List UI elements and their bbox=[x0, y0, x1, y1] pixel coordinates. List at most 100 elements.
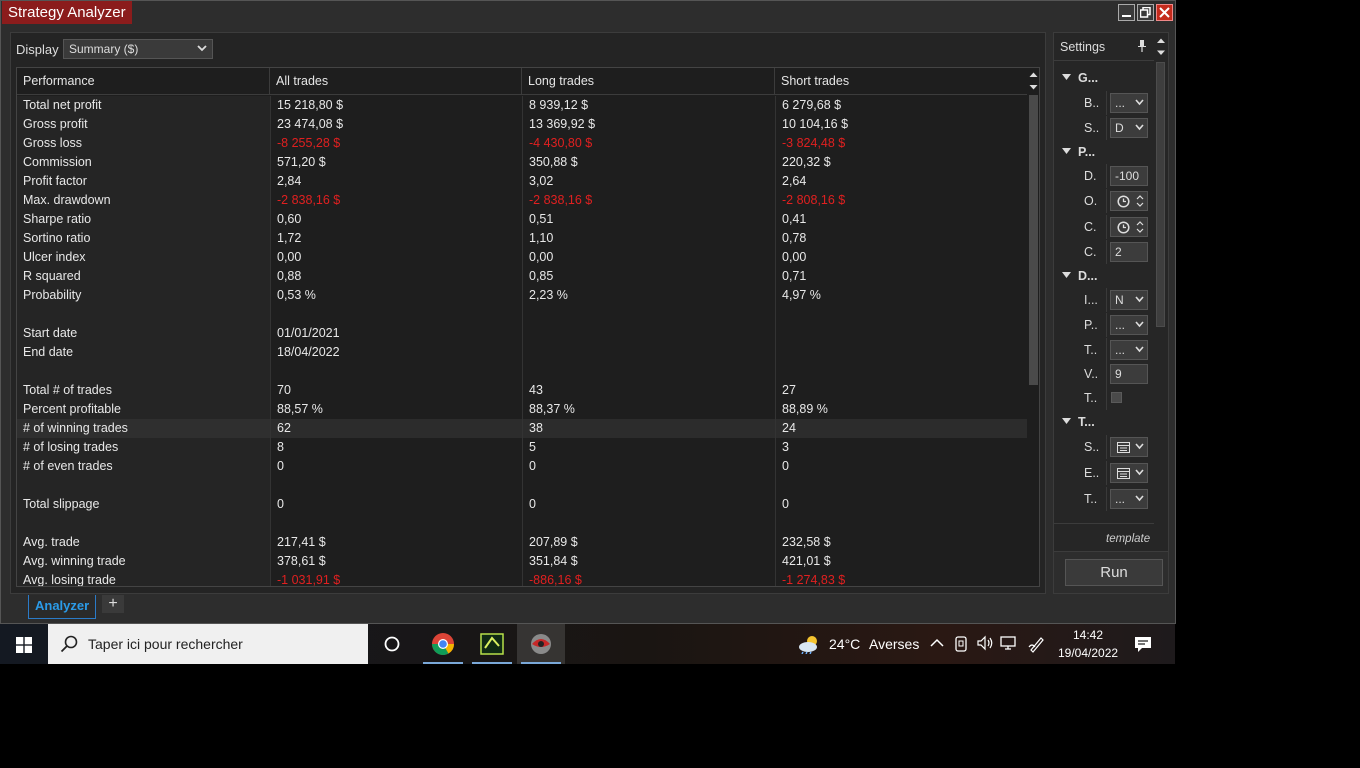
restore-button[interactable] bbox=[1137, 4, 1154, 21]
property-input[interactable]: -100 bbox=[1110, 166, 1148, 186]
table-row[interactable]: Avg. winning trade 378,61 $351,84 $421,01… bbox=[17, 552, 1027, 571]
property-input[interactable]: 9 bbox=[1110, 364, 1148, 384]
table-row[interactable]: Sharpe ratio 0,60 0,51 0,41 bbox=[17, 210, 1027, 229]
run-button[interactable]: Run bbox=[1065, 559, 1163, 586]
weather-icon[interactable] bbox=[797, 634, 821, 654]
row-label bbox=[17, 362, 270, 381]
task-view-button[interactable] bbox=[368, 624, 416, 664]
chevron-up-icon[interactable] bbox=[929, 635, 945, 651]
table-row[interactable]: Total net profit 15 218,80 $8 939,12 $6 2… bbox=[17, 96, 1027, 115]
tab-analyzer[interactable]: Analyzer bbox=[28, 595, 97, 619]
property-select[interactable]: ... bbox=[1110, 93, 1148, 113]
table-row[interactable]: R squared 0,88 0,85 0,71 bbox=[17, 267, 1027, 286]
clock-date[interactable]: 19/04/2022 bbox=[1058, 646, 1118, 660]
network-icon[interactable] bbox=[1000, 635, 1018, 651]
clock-time[interactable]: 14:42 bbox=[1060, 628, 1116, 642]
table-row[interactable]: Total slippage 0 0 0 bbox=[17, 495, 1027, 514]
property-select[interactable]: ... bbox=[1110, 489, 1148, 509]
device-icon[interactable] bbox=[953, 635, 969, 653]
header-short-trades[interactable]: Short trades bbox=[775, 68, 1027, 95]
pin-icon[interactable] bbox=[1137, 39, 1147, 53]
settings-scroll-thumb[interactable] bbox=[1156, 62, 1165, 327]
table-row[interactable]: Sortino ratio 1,72 1,10 0,78 bbox=[17, 229, 1027, 248]
table-row[interactable]: Avg. losing trade -1 031,91 $ -886,16 $ -1 … bbox=[17, 571, 1027, 586]
table-row[interactable] bbox=[17, 476, 1027, 495]
add-tab-button[interactable]: + bbox=[102, 595, 124, 613]
scroll-down-icon[interactable] bbox=[1156, 48, 1166, 57]
notification-icon[interactable] bbox=[1134, 635, 1152, 653]
settings-property: V.. 9 bbox=[1054, 362, 1154, 386]
spinner-icon[interactable] bbox=[1136, 194, 1144, 208]
property-select[interactable]: ... bbox=[1110, 315, 1148, 335]
property-value: 2 bbox=[1115, 245, 1122, 259]
scroll-up-icon[interactable] bbox=[1156, 36, 1166, 45]
property-date-picker[interactable] bbox=[1110, 463, 1148, 483]
table-row[interactable]: Profit factor 2,84 3,02 2,64 bbox=[17, 172, 1027, 191]
cell-long-trades: 0,51 bbox=[522, 210, 775, 229]
close-button[interactable] bbox=[1156, 4, 1173, 21]
table-row[interactable]: Ulcer index 0,00 0,00 0,00 bbox=[17, 248, 1027, 267]
table-row[interactable]: Probability 0,53 % 2,23 % 4,97 % bbox=[17, 286, 1027, 305]
settings-group[interactable]: T... bbox=[1054, 410, 1154, 434]
settings-scrollbar[interactable] bbox=[1154, 33, 1168, 551]
cell-long-trades: 207,89 $ bbox=[522, 533, 775, 552]
property-time-picker[interactable] bbox=[1110, 217, 1148, 237]
header-performance[interactable]: Performance bbox=[17, 68, 270, 95]
settings-group[interactable]: G... bbox=[1054, 66, 1154, 90]
settings-group[interactable]: P... bbox=[1054, 140, 1154, 164]
spinner-icon[interactable] bbox=[1136, 220, 1144, 234]
grid-vertical-scrollbar[interactable] bbox=[1027, 68, 1039, 586]
scroll-up-icon[interactable] bbox=[1028, 70, 1039, 80]
row-label: End date bbox=[17, 343, 270, 362]
expand-arrow-icon[interactable] bbox=[1062, 418, 1071, 425]
table-row[interactable]: Total # of trades 70 43 27 bbox=[17, 381, 1027, 400]
table-row[interactable]: Gross profit 23 474,08 $13 369,92 $10 104… bbox=[17, 115, 1027, 134]
table-row[interactable] bbox=[17, 305, 1027, 324]
header-all-trades[interactable]: All trades bbox=[270, 68, 522, 95]
chevron-down-icon bbox=[1135, 321, 1144, 328]
expand-arrow-icon[interactable] bbox=[1062, 148, 1071, 155]
scroll-thumb[interactable] bbox=[1029, 95, 1038, 385]
display-select[interactable]: Summary ($) bbox=[63, 39, 213, 59]
table-row[interactable]: Commission 571,20 $350,88 $220,32 $ bbox=[17, 153, 1027, 172]
property-select[interactable]: D bbox=[1110, 118, 1148, 138]
table-row[interactable]: Percent profitable 88,57 % 88,37 % 88,89 % bbox=[17, 400, 1027, 419]
table-row[interactable]: Avg. trade 217,41 $207,89 $232,58 $ bbox=[17, 533, 1027, 552]
title-bar[interactable]: Strategy Analyzer bbox=[1, 1, 1175, 24]
table-row[interactable] bbox=[17, 362, 1027, 381]
settings-group-label: G... bbox=[1078, 71, 1099, 85]
expand-arrow-icon[interactable] bbox=[1062, 272, 1071, 279]
settings-group[interactable]: D... bbox=[1054, 264, 1154, 288]
weather-temperature[interactable]: 24°C bbox=[829, 636, 860, 652]
pen-icon[interactable] bbox=[1028, 635, 1046, 653]
property-checkbox[interactable] bbox=[1111, 392, 1122, 403]
property-select[interactable]: ... bbox=[1110, 340, 1148, 360]
taskbar-chrome[interactable] bbox=[419, 624, 467, 664]
taskbar-search-box[interactable]: Taper ici pour rechercher bbox=[48, 624, 368, 664]
expand-arrow-icon[interactable] bbox=[1062, 74, 1071, 81]
table-row[interactable]: # of losing trades 8 5 3 bbox=[17, 438, 1027, 457]
property-date-picker[interactable] bbox=[1110, 437, 1148, 457]
settings-property: T..... bbox=[1054, 338, 1154, 362]
table-row[interactable]: Max. drawdown -2 838,16 $ -2 838,16 $ -2 80… bbox=[17, 191, 1027, 210]
table-row[interactable]: Start date 01/01/2021 bbox=[17, 324, 1027, 343]
table-row[interactable]: Gross loss -8 255,28 $ -4 430,80 $ -3 824,4… bbox=[17, 134, 1027, 153]
scroll-down-icon[interactable] bbox=[1028, 82, 1039, 92]
property-select[interactable]: N bbox=[1110, 290, 1148, 310]
taskbar-app-green[interactable] bbox=[468, 624, 516, 664]
header-long-trades[interactable]: Long trades bbox=[522, 68, 775, 95]
property-input[interactable]: 2 bbox=[1110, 242, 1148, 262]
template-link[interactable]: template bbox=[1106, 533, 1150, 545]
property-time-picker[interactable] bbox=[1110, 191, 1148, 211]
cell-long-trades bbox=[522, 305, 775, 324]
table-row[interactable]: # of winning trades 62 38 24 bbox=[17, 419, 1027, 438]
table-row[interactable]: End date 18/04/2022 bbox=[17, 343, 1027, 362]
table-row[interactable] bbox=[17, 514, 1027, 533]
taskbar-ninjatrader[interactable] bbox=[517, 624, 565, 664]
cell-long-trades: 8 939,12 $ bbox=[522, 96, 775, 115]
table-row[interactable]: # of even trades 0 0 0 bbox=[17, 457, 1027, 476]
weather-description[interactable]: Averses bbox=[869, 636, 919, 652]
volume-icon[interactable] bbox=[976, 635, 994, 651]
minimize-button[interactable] bbox=[1118, 4, 1135, 21]
start-button[interactable] bbox=[0, 624, 48, 664]
